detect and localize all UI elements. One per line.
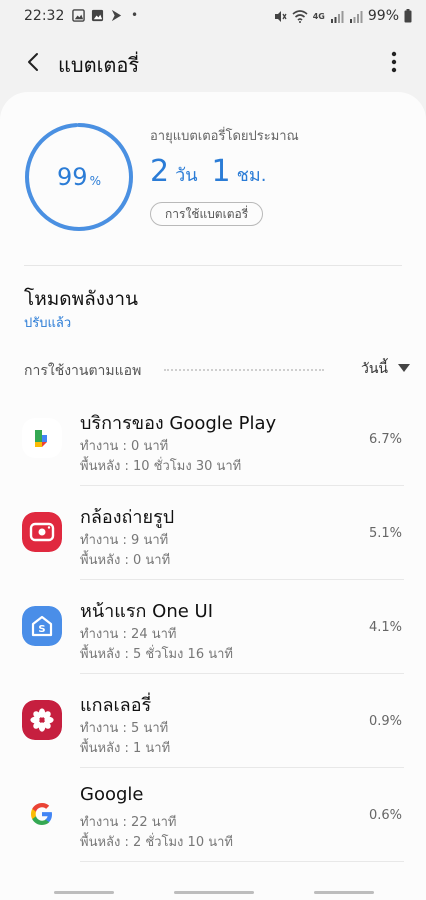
app-usage-label: การใช้งานตามแอพ bbox=[24, 363, 142, 379]
estimate-hours-unit: ชม. bbox=[236, 165, 267, 186]
more-notifications-dot-icon: • bbox=[131, 8, 139, 22]
battery-level-unit: % bbox=[89, 174, 101, 188]
row-divider bbox=[80, 861, 404, 862]
signal-icon-2 bbox=[349, 10, 363, 23]
app-name: Google bbox=[80, 784, 144, 805]
page-title: แบตเตอรี่ bbox=[58, 53, 140, 77]
dropdown-arrow-icon[interactable] bbox=[398, 364, 410, 372]
status-battery-percent: 99% bbox=[367, 8, 399, 24]
home-gesture-hint[interactable] bbox=[174, 891, 254, 894]
app-active-time: ทำงาน : 0 นาที bbox=[80, 439, 169, 454]
signal-icon-1 bbox=[330, 10, 344, 23]
google-play-services-icon bbox=[22, 418, 62, 458]
gallery-icon bbox=[22, 700, 62, 740]
divider bbox=[24, 265, 402, 266]
back-gesture-hint[interactable] bbox=[314, 891, 374, 894]
mute-icon bbox=[274, 10, 287, 22]
app-background-time: พื้นหลัง : 2 ชั่วโมง 10 นาที bbox=[80, 835, 233, 850]
navigation-bar bbox=[0, 886, 426, 900]
wifi-icon bbox=[292, 9, 308, 23]
system-status-icons: 4G 99% bbox=[273, 8, 412, 24]
app-name: หน้าแรก One UI bbox=[80, 601, 214, 622]
app-background-time: พื้นหลัง : 0 นาที bbox=[80, 553, 171, 568]
status-time: 22:32 bbox=[24, 8, 65, 24]
app-name: บริการของ Google Play bbox=[80, 413, 277, 434]
battery-level-readout: 99 % bbox=[24, 122, 134, 232]
app-usage-percent: 4.1% bbox=[368, 620, 402, 635]
estimate-hours: 1 bbox=[211, 154, 231, 189]
recents-gesture-hint[interactable] bbox=[54, 891, 114, 894]
app-usage-percent: 0.6% bbox=[368, 808, 402, 823]
estimate-days-unit: วัน bbox=[175, 165, 198, 186]
app-row[interactable]: แกลเลอรี่ ทำงาน : 5 นาที พื้นหลัง : 1 นา… bbox=[0, 674, 426, 768]
app-usage-percent: 0.9% bbox=[368, 714, 402, 729]
power-mode-value: ปรับแล้ว bbox=[24, 316, 72, 331]
battery-icon bbox=[404, 9, 412, 23]
more-options-button[interactable] bbox=[384, 48, 404, 76]
app-active-time: ทำงาน : 24 นาที bbox=[80, 627, 177, 642]
app-row[interactable]: S หน้าแรก One UI ทำงาน : 24 นาที พื้นหลั… bbox=[0, 580, 426, 674]
battery-card: 99 % อายุแบตเตอรี่โดยประมาณ 2 วัน 1 ชม. … bbox=[0, 92, 426, 900]
app-row[interactable]: กล้องถ่ายรูป ทำงาน : 9 นาที พื้นหลัง : 0… bbox=[0, 486, 426, 580]
app-background-time: พื้นหลัง : 5 ชั่วโมง 16 นาที bbox=[80, 647, 233, 662]
app-row[interactable]: บริการของ Google Play ทำงาน : 0 นาที พื้… bbox=[0, 392, 426, 486]
app-bar: แบตเตอรี่ bbox=[0, 32, 426, 92]
period-filter[interactable]: วันนี้ bbox=[361, 358, 388, 380]
app-row[interactable]: Google ทำงาน : 22 นาที พื้นหลัง : 2 ชั่ว… bbox=[0, 768, 426, 862]
camera-icon bbox=[22, 512, 62, 552]
send-notification-icon bbox=[111, 9, 122, 21]
app-name: แกลเลอรี่ bbox=[80, 695, 152, 716]
app-active-time: ทำงาน : 9 นาที bbox=[80, 533, 169, 548]
app-usage-percent: 6.7% bbox=[368, 432, 402, 447]
battery-usage-button[interactable]: การใช้แบตเตอรี่ bbox=[150, 202, 264, 226]
notification-icons: • bbox=[72, 8, 138, 22]
back-button[interactable] bbox=[18, 46, 50, 78]
power-mode-title: โหมดพลังงาน bbox=[24, 288, 138, 310]
app-name: กล้องถ่ายรูป bbox=[80, 507, 175, 528]
app-active-time: ทำงาน : 22 นาที bbox=[80, 815, 177, 830]
svg-text:S: S bbox=[38, 624, 45, 635]
app-background-time: พื้นหลัง : 10 ชั่วโมง 30 นาที bbox=[80, 459, 242, 474]
estimate-label: อายุแบตเตอรี่โดยประมาณ bbox=[150, 129, 299, 144]
estimate-days: 2 bbox=[150, 154, 170, 189]
dotted-separator bbox=[164, 369, 324, 371]
app-usage-percent: 5.1% bbox=[368, 526, 402, 541]
app-background-time: พื้นหลัง : 1 นาที bbox=[80, 741, 171, 756]
gallery-notification-icon bbox=[91, 9, 104, 21]
estimate-time: 2 วัน 1 ชม. bbox=[150, 154, 266, 189]
app-active-time: ทำงาน : 5 นาที bbox=[80, 721, 169, 736]
status-bar: 22:32 • 4G 99% bbox=[0, 0, 426, 32]
one-ui-home-icon: S bbox=[22, 606, 62, 646]
image-notification-icon bbox=[72, 8, 85, 22]
network-type-label: 4G bbox=[312, 11, 325, 21]
google-icon bbox=[22, 794, 62, 834]
battery-level-number: 99 bbox=[57, 163, 88, 191]
